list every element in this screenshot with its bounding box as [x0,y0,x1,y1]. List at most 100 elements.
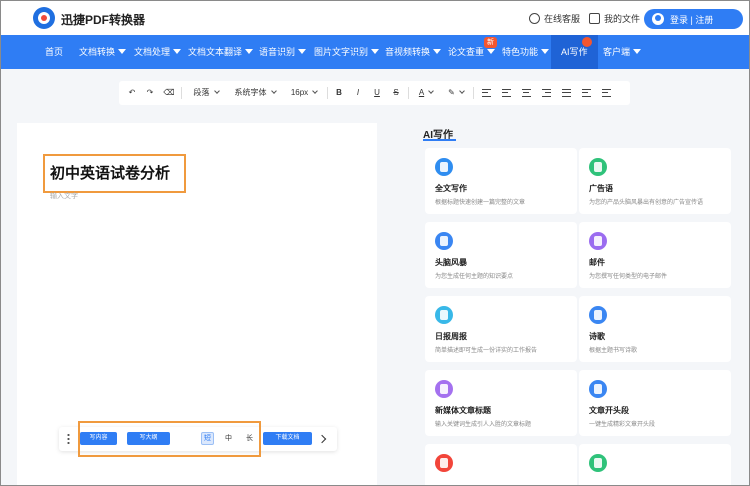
template-icon [435,158,453,176]
brand-name[interactable]: 迅捷PDF转换器 [61,11,145,28]
brand-logo-icon[interactable] [33,7,55,29]
new-badge: 新 [484,37,497,48]
highlight-color-button[interactable]: ✎ [443,85,469,101]
card-daily-report[interactable]: 日报周报简单描述即可生成一份详实的工作报告 [425,296,577,362]
align-left-icon [501,88,511,97]
template-description: 为您撰写任何类型的电子邮件 [589,274,668,280]
undo-icon: ↶ [128,88,136,97]
align-left-button[interactable] [499,85,513,101]
font-color-button[interactable]: A [413,85,439,101]
nav-ai-writing-label: AI写作 [561,47,588,57]
redo-button[interactable]: ↷ [143,85,157,101]
my-files-link[interactable]: 我的文件 [589,12,640,25]
nav-speech-recognition[interactable]: 语音识别 [259,35,307,69]
app-window: 迅捷PDF转换器 在线客服 我的文件 登录 | 注册 首页 文档转换 文档处理 … [1,1,749,485]
drag-handle-icon[interactable] [67,433,70,444]
underline-button[interactable]: U [370,85,384,101]
template-icon [435,306,453,324]
card-poem[interactable]: 诗歌 根据主题书写诗歌 [579,296,731,362]
redo-icon: ↷ [146,88,154,97]
align-right-icon [541,88,551,97]
card-article-opening[interactable]: 文章开头段一键生成精彩文章开头段 [579,370,731,436]
font-family-select[interactable]: 系统字体 [229,85,281,101]
template-description: 简单描述即可生成一份详实的工作报告 [435,348,538,354]
caret-down-icon [541,49,550,54]
template-description: 一键生成精彩文章开头段 [589,422,656,428]
document-title[interactable]: 初中英语试卷分析 [43,154,186,193]
template-description: 为您的产品头脑风暴出有创意的广告宣传语 [589,200,704,206]
nav-av-convert-label: 音视频转换 [385,47,431,57]
align-center-icon [521,88,531,97]
template-description: 根据主题书写诗歌 [589,348,638,354]
headset-icon [529,13,540,24]
undo-button[interactable]: ↶ [125,85,139,101]
nav-plagiarism-check-label: 论文查重 [448,47,485,57]
toolbar-divider [181,87,182,99]
nav-doc-translate[interactable]: 文档文本翻译 [188,35,254,69]
chevron-down-icon [312,88,319,94]
customer-service-link[interactable]: 在线客服 [529,12,580,25]
nav-doc-process-label: 文档处理 [134,47,171,57]
toolbar-divider [473,87,474,99]
align-justify-button[interactable] [559,85,573,101]
paragraph-select[interactable]: 段落 [187,85,225,101]
nav-ocr[interactable]: 图片文字识别 [314,35,380,69]
template-title: 日报周报 [435,332,467,341]
nav-home[interactable]: 首页 [45,35,63,69]
font-color-icon: A [418,88,425,97]
template-title: 新媒体文章标题 [435,406,491,415]
bullet-list-button[interactable] [579,85,593,101]
ai-panel-title-underline [423,139,456,141]
template-title: 广告语 [589,184,613,193]
template-title: 文章开头段 [589,406,629,415]
indent-button[interactable] [479,85,493,101]
numbered-list-button[interactable] [599,85,613,101]
document-icon [589,13,600,24]
chevron-down-icon [213,88,220,94]
customer-service-label: 在线客服 [544,14,581,24]
template-title: 邮件 [589,258,605,267]
align-center-button[interactable] [519,85,533,101]
login-register-button[interactable]: 登录 | 注册 [644,9,743,29]
nav-features-label: 特色功能 [502,47,539,57]
bold-button[interactable]: B [332,85,346,101]
bullet-list-icon [581,88,591,97]
template-icon [589,454,607,472]
card-slogan[interactable]: 广告语为您的产品头脑风暴出有创意的广告宣传语 [579,148,731,214]
chevron-down-icon [270,88,277,94]
template-description: 为您生成任何主题的知识要点 [435,274,514,280]
toolbar-divider [327,87,328,99]
caret-down-icon [118,49,127,54]
font-size-select[interactable]: 16px [285,85,323,101]
card-media-headline[interactable]: 新媒体文章标题输入关键词生成引人入胜的文章标题 [425,370,577,436]
paragraph-label: 段落 [193,88,210,97]
caret-down-icon [173,49,182,54]
strikethrough-button[interactable]: S [389,85,403,101]
card-full-article[interactable]: 全文写作 根据标题快速创建一篇完整的文章 [425,148,577,214]
nav-home-label: 首页 [45,47,64,57]
caret-down-icon [633,49,642,54]
nav-doc-process[interactable]: 文档处理 [134,35,182,69]
nav-features[interactable]: 特色功能 [502,35,550,69]
notification-dot [582,37,592,47]
card-brainstorm[interactable]: 头脑风暴 为您生成任何主题的知识要点 [425,222,577,288]
template-description: 输入关键词生成引人入胜的文章标题 [435,422,532,428]
top-header: 迅捷PDF转换器 在线客服 我的文件 登录 | 注册 [1,1,749,35]
document-placeholder[interactable]: 输入文字 [50,191,78,201]
align-right-button[interactable] [539,85,553,101]
nav-av-convert[interactable]: 音视频转换 [385,35,442,69]
card-email[interactable]: 邮件为您撰写任何类型的电子邮件 [579,222,731,288]
my-files-label: 我的文件 [604,14,641,24]
template-icon [435,380,453,398]
align-justify-icon [561,88,571,97]
nav-speech-recognition-label: 语音识别 [259,47,296,57]
nav-client[interactable]: 客户端 [603,35,642,69]
clear-format-button[interactable]: ⌫ [162,85,176,101]
toolbar-divider [408,87,409,99]
italic-button[interactable]: I [351,85,365,101]
card-green-template[interactable] [579,444,731,485]
nav-doc-convert[interactable]: 文档转换 [79,35,127,69]
download-document-button[interactable]: 下载文档 [263,432,312,445]
card-red-template[interactable] [425,444,577,485]
template-icon [589,380,607,398]
